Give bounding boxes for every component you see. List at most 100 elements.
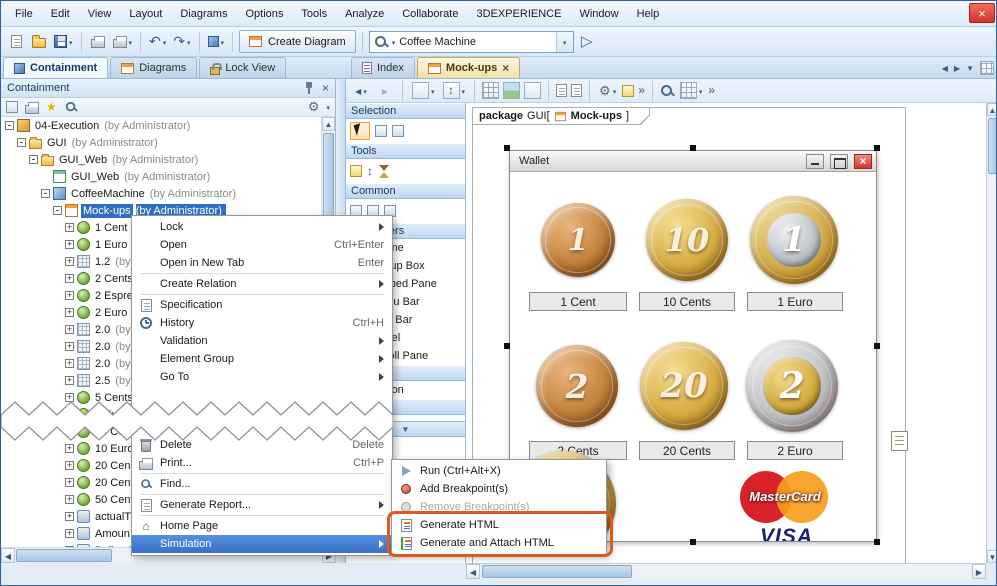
swap-tool-icon[interactable] [367, 165, 373, 178]
scrollbar-thumb[interactable] [988, 118, 997, 174]
expand-toggle[interactable] [65, 512, 74, 521]
coin-label[interactable]: 10 Cents [639, 292, 735, 311]
diagram-options-button[interactable] [597, 80, 618, 102]
menu-diagrams[interactable]: Diagrams [172, 4, 235, 24]
image-export-icon[interactable] [503, 82, 520, 99]
window-list-icon[interactable] [980, 61, 994, 75]
next-tab-icon[interactable] [954, 62, 960, 74]
expand-toggle[interactable] [53, 206, 62, 215]
expand-toggle[interactable] [65, 410, 74, 419]
search-dropdown-button[interactable] [556, 32, 573, 52]
expand-toggle[interactable] [65, 495, 74, 504]
overflow-icon[interactable] [638, 84, 645, 97]
zoom-icon[interactable] [660, 84, 674, 98]
tab-index[interactable]: Index [351, 57, 415, 78]
coin-label[interactable]: 1 Cent [529, 292, 627, 311]
coin-10-cents[interactable]: 10 [646, 199, 728, 281]
scroll-right-button[interactable] [972, 564, 986, 579]
expand-toggle[interactable] [65, 461, 74, 470]
diagram-mode-button[interactable] [410, 80, 437, 102]
coin-2-cents[interactable]: 2 [536, 345, 618, 427]
submenu-item-generate-attach-html[interactable]: Generate and Attach HTML [392, 534, 606, 552]
scroll-down-button[interactable] [987, 550, 997, 563]
coin-label[interactable]: 2 Euro [747, 441, 843, 460]
scrollbar-thumb[interactable] [16, 549, 112, 562]
submenu-item-run[interactable]: Run (Ctrl+Alt+X) [392, 462, 606, 480]
pan-tool-icon[interactable] [392, 125, 404, 137]
menu-item-generate-report[interactable]: Generate Report... [132, 496, 392, 514]
tab-diagrams[interactable]: Diagrams [110, 57, 197, 78]
visa-logo[interactable]: VISA [760, 525, 813, 542]
canvas-horizontal-scrollbar[interactable] [466, 563, 986, 579]
close-tab-icon[interactable] [502, 62, 509, 75]
selection-handle[interactable] [504, 145, 510, 151]
tab-containment[interactable]: Containment [3, 57, 108, 78]
scroll-up-button[interactable] [987, 103, 997, 116]
tree-row[interactable]: 04-Execution(by Administrator) [1, 117, 322, 134]
layout-button[interactable] [441, 80, 468, 102]
lasso-tool-icon[interactable] [375, 125, 387, 137]
paste-icon[interactable] [571, 84, 582, 97]
menu-view[interactable]: View [80, 4, 120, 24]
expand-toggle[interactable] [29, 155, 38, 164]
show-grid-icon[interactable] [482, 82, 499, 99]
note-icon[interactable] [622, 85, 634, 97]
menu-item-create-relation[interactable]: Create Relation [132, 275, 392, 293]
undo-button[interactable] [147, 31, 168, 53]
tree-row[interactable]: GUI_Web(by Administrator) [1, 151, 322, 168]
scroll-left-button[interactable] [1, 548, 15, 563]
menu-options[interactable]: Options [237, 4, 291, 24]
menu-help[interactable]: Help [629, 4, 668, 24]
diagram-frame-header[interactable]: package GUI[ Mock-ups ] [472, 107, 650, 125]
print-button[interactable] [88, 31, 108, 53]
expand-toggle[interactable] [65, 240, 74, 249]
menu-window[interactable]: Window [571, 4, 626, 24]
frame-note-icon[interactable] [891, 431, 908, 451]
menu-item-open-in-new-tab[interactable]: Open in New TabEnter [132, 254, 392, 272]
filter-icon[interactable] [6, 101, 18, 113]
submenu-item-add-breakpoints[interactable]: Add Breakpoint(s) [392, 480, 606, 498]
palette-section-tools[interactable]: Tools [346, 143, 465, 159]
menu-edit[interactable]: Edit [43, 4, 78, 24]
expand-toggle[interactable] [65, 393, 74, 402]
expand-toggle[interactable] [17, 138, 26, 147]
selection-handle[interactable] [874, 539, 880, 545]
pin-icon[interactable] [304, 81, 314, 95]
expand-toggle[interactable] [65, 342, 74, 351]
menu-item-print[interactable]: Print...Ctrl+P [132, 454, 392, 472]
print-tree-icon[interactable] [25, 105, 39, 114]
coin-1-cent[interactable]: 1 [541, 203, 615, 277]
print-preview-button[interactable] [111, 31, 135, 53]
expand-toggle[interactable] [65, 444, 74, 453]
timer-tool-icon[interactable] [378, 165, 390, 178]
panel-options-icon[interactable] [308, 100, 320, 114]
search-tree-icon[interactable] [65, 101, 77, 113]
copy-icon[interactable] [556, 84, 567, 97]
cursor-tool[interactable] [350, 122, 370, 140]
expand-toggle[interactable] [65, 376, 74, 385]
coin-label[interactable]: 20 Cents [639, 441, 735, 460]
expand-toggle[interactable] [65, 223, 74, 232]
tree-row[interactable]: GUI_Web(by Administrator) [1, 168, 322, 185]
note-tool-icon[interactable] [350, 165, 362, 177]
related-elements-button[interactable] [206, 31, 227, 53]
selection-handle[interactable] [690, 145, 696, 151]
expand-toggle[interactable] [65, 325, 74, 334]
expand-toggle[interactable] [41, 189, 50, 198]
open-project-button[interactable] [29, 31, 49, 53]
expand-toggle[interactable] [65, 529, 74, 538]
maximize-icon[interactable] [830, 154, 848, 169]
expand-toggle[interactable] [65, 478, 74, 487]
selection-handle[interactable] [874, 145, 880, 151]
table-view-button[interactable] [678, 80, 705, 102]
expand-toggle[interactable] [65, 274, 74, 283]
menu-tools[interactable]: Tools [293, 4, 335, 24]
submenu-item-generate-html[interactable]: Generate HTML [392, 516, 606, 534]
menu-analyze[interactable]: Analyze [337, 4, 392, 24]
redo-button[interactable] [171, 31, 192, 53]
menu-layout[interactable]: Layout [121, 4, 170, 24]
tree-row[interactable]: GUI(by Administrator) [1, 134, 322, 151]
menu-item-history[interactable]: HistoryCtrl+H [132, 314, 392, 332]
canvas-vertical-scrollbar[interactable] [986, 103, 997, 563]
mastercard-logo[interactable]: MasterCard [738, 469, 848, 525]
